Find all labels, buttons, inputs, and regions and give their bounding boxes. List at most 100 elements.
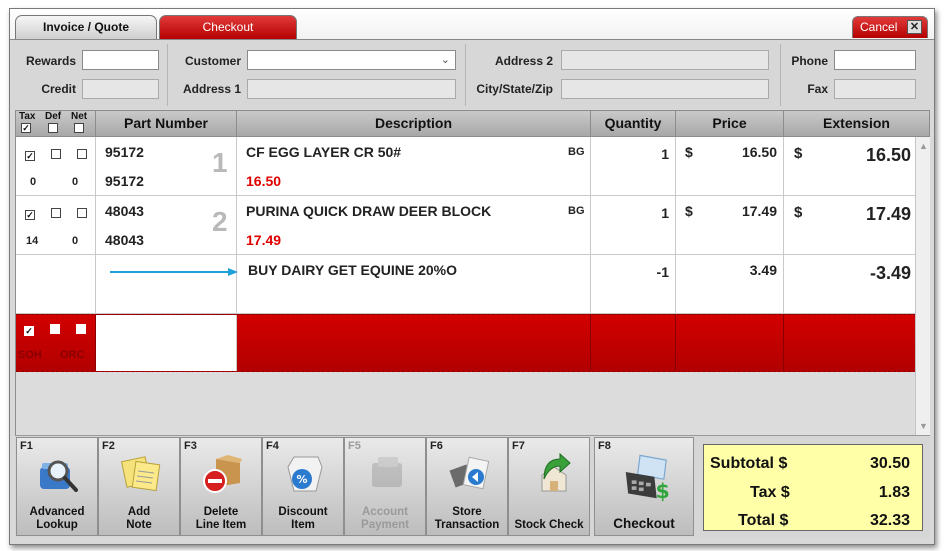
tab-checkout[interactable]: Checkout [159, 15, 297, 39]
address1-field [247, 79, 456, 99]
flags-cell: ✓ 14 0 [16, 196, 96, 254]
tax-checkbox[interactable]: ✓ [25, 151, 35, 161]
checkout-label: Checkout [613, 516, 675, 531]
total-value: 32.33 [869, 512, 910, 529]
part-number-cell: 95172 95172 1 [96, 137, 237, 195]
extension-value: -3.49 [869, 263, 911, 283]
f5-key: F5 [348, 440, 361, 452]
discount-row[interactable]: BUY DAIRY GET EQUINE 20%O -1 3.49 -3.49 [16, 255, 916, 314]
cancel-label: Cancel [860, 20, 898, 34]
flags-cell: ✓ SOH ORC [16, 315, 96, 371]
description-cell [237, 315, 591, 371]
fax-field [834, 79, 916, 99]
account-payment-label: Account Payment [361, 506, 409, 531]
description-cell: BUY DAIRY GET EQUINE 20%O [237, 255, 591, 313]
rewards-label: Rewards [25, 54, 76, 68]
table-row[interactable]: ✓ 14 0 48043 48043 2 PURINA QUICK DRAW D… [16, 196, 916, 255]
price-cell[interactable]: $ 17.49 [676, 196, 784, 254]
description-cell: CF EGG LAYER CR 50# BG 16.50 [237, 137, 591, 195]
col-extension[interactable]: Extension [784, 111, 929, 136]
delete-line-item-label: Delete Line Item [195, 506, 247, 531]
close-icon[interactable]: ✕ [907, 20, 922, 34]
net-checkbox[interactable] [77, 208, 87, 218]
row-sub-value: 14 [26, 235, 39, 247]
phone-field[interactable] [834, 50, 916, 70]
net-checkbox[interactable] [77, 149, 87, 159]
net-all-checkbox[interactable] [74, 123, 84, 133]
subtotal-value: 30.50 [869, 455, 910, 472]
table-row[interactable]: ✓ 0 0 95172 95172 1 CF EGG LAYER CR 50# … [16, 137, 916, 196]
tax-checkbox[interactable]: ✓ [24, 326, 34, 336]
function-key-toolbar: F1 Advanced Lookup F2 Add Note F3 Delete… [15, 435, 930, 538]
def-checkbox[interactable] [51, 149, 61, 159]
col-part-number[interactable]: Part Number [96, 111, 237, 136]
extension-cell: $ 16.50 [784, 137, 916, 195]
price-cell[interactable] [676, 315, 784, 371]
col-quantity[interactable]: Quantity [591, 111, 676, 136]
fax-label: Fax [807, 82, 828, 96]
quantity-cell[interactable]: -1 [591, 255, 676, 313]
quantity-cell[interactable]: 1 [591, 196, 676, 254]
row-sub-value: 0 [72, 176, 79, 188]
price-highlight: 16.50 [246, 173, 282, 189]
tab-bar: Invoice / Quote Checkout Cancel ✕ [10, 9, 934, 39]
delete-line-item-button[interactable]: F3 Delete Line Item [180, 437, 262, 536]
price-highlight: 17.49 [246, 232, 282, 248]
discount-tag-icon: % [287, 456, 323, 492]
quantity-cell[interactable]: 1 [591, 137, 676, 195]
discount-item-button[interactable]: F4 % Discount Item [262, 437, 344, 536]
f6-key: F6 [430, 440, 443, 452]
col-description[interactable]: Description [237, 111, 591, 136]
net-checkbox[interactable] [76, 324, 86, 334]
scroll-down-icon[interactable]: ▼ [919, 421, 928, 431]
quantity-cell[interactable] [591, 315, 676, 371]
store-transaction-button[interactable]: F6 Store Transaction [426, 437, 508, 536]
line-items-grid: ✓ 0 0 95172 95172 1 CF EGG LAYER CR 50# … [15, 137, 916, 435]
tax-all-checkbox[interactable]: ✓ [21, 123, 31, 133]
tax-checkbox[interactable]: ✓ [25, 210, 35, 220]
grid-scrollbar[interactable]: ▲ ▼ [915, 137, 930, 435]
price-currency: $ [685, 144, 693, 160]
def-all-checkbox[interactable] [48, 123, 58, 133]
description-cell: PURINA QUICK DRAW DEER BLOCK BG 17.49 [237, 196, 591, 254]
register-icon: $ [625, 454, 670, 503]
credit-field [82, 79, 159, 99]
cancel-button[interactable]: Cancel ✕ [852, 16, 928, 38]
def-checkbox[interactable] [51, 208, 61, 218]
advanced-lookup-button[interactable]: F1 Advanced Lookup [16, 437, 98, 536]
price-cell[interactable]: $ 16.50 [676, 137, 784, 195]
phone-label: Phone [791, 54, 828, 68]
tax-value: 1.83 [878, 484, 910, 501]
f8-key: F8 [598, 440, 611, 452]
stock-check-button[interactable]: F7 Stock Check [508, 437, 590, 536]
net-header-label: Net [71, 111, 88, 122]
item-description: CF EGG LAYER CR 50# [246, 144, 402, 160]
extension-cell: -3.49 [784, 255, 916, 313]
rewards-field[interactable] [82, 50, 159, 70]
magnifier-icon [40, 460, 78, 492]
extension-value: 16.50 [865, 145, 911, 165]
add-note-label: Add Note [126, 506, 152, 531]
scroll-up-icon[interactable]: ▲ [919, 141, 928, 151]
price-cell[interactable]: 3.49 [676, 255, 784, 313]
customer-select[interactable]: ⌄ [247, 50, 456, 70]
extension-value: 17.49 [865, 204, 911, 224]
quantity-value: 1 [661, 146, 669, 162]
customer-label: Customer [184, 54, 241, 68]
chevron-down-icon: ⌄ [440, 54, 450, 66]
checkout-button[interactable]: F8 $ Checkout [594, 437, 694, 536]
account-payment-button[interactable]: F5 Account Payment [344, 437, 426, 536]
col-price[interactable]: Price [676, 111, 784, 136]
add-note-button[interactable]: F2 Add Note [98, 437, 180, 536]
part-number-input[interactable] [96, 315, 237, 371]
extension-currency: $ [794, 145, 803, 162]
discount-description: BUY DAIRY GET EQUINE 20%O [248, 262, 458, 278]
part-number: 95172 [105, 144, 144, 160]
line-number: 1 [212, 147, 228, 178]
advanced-lookup-label: Advanced Lookup [29, 506, 85, 531]
row-sub-value: 0 [72, 235, 79, 247]
active-entry-row[interactable]: ✓ SOH ORC [16, 314, 916, 372]
def-checkbox[interactable] [50, 324, 60, 334]
tab-invoice-quote[interactable]: Invoice / Quote [15, 15, 157, 39]
extension-currency: $ [794, 204, 803, 221]
